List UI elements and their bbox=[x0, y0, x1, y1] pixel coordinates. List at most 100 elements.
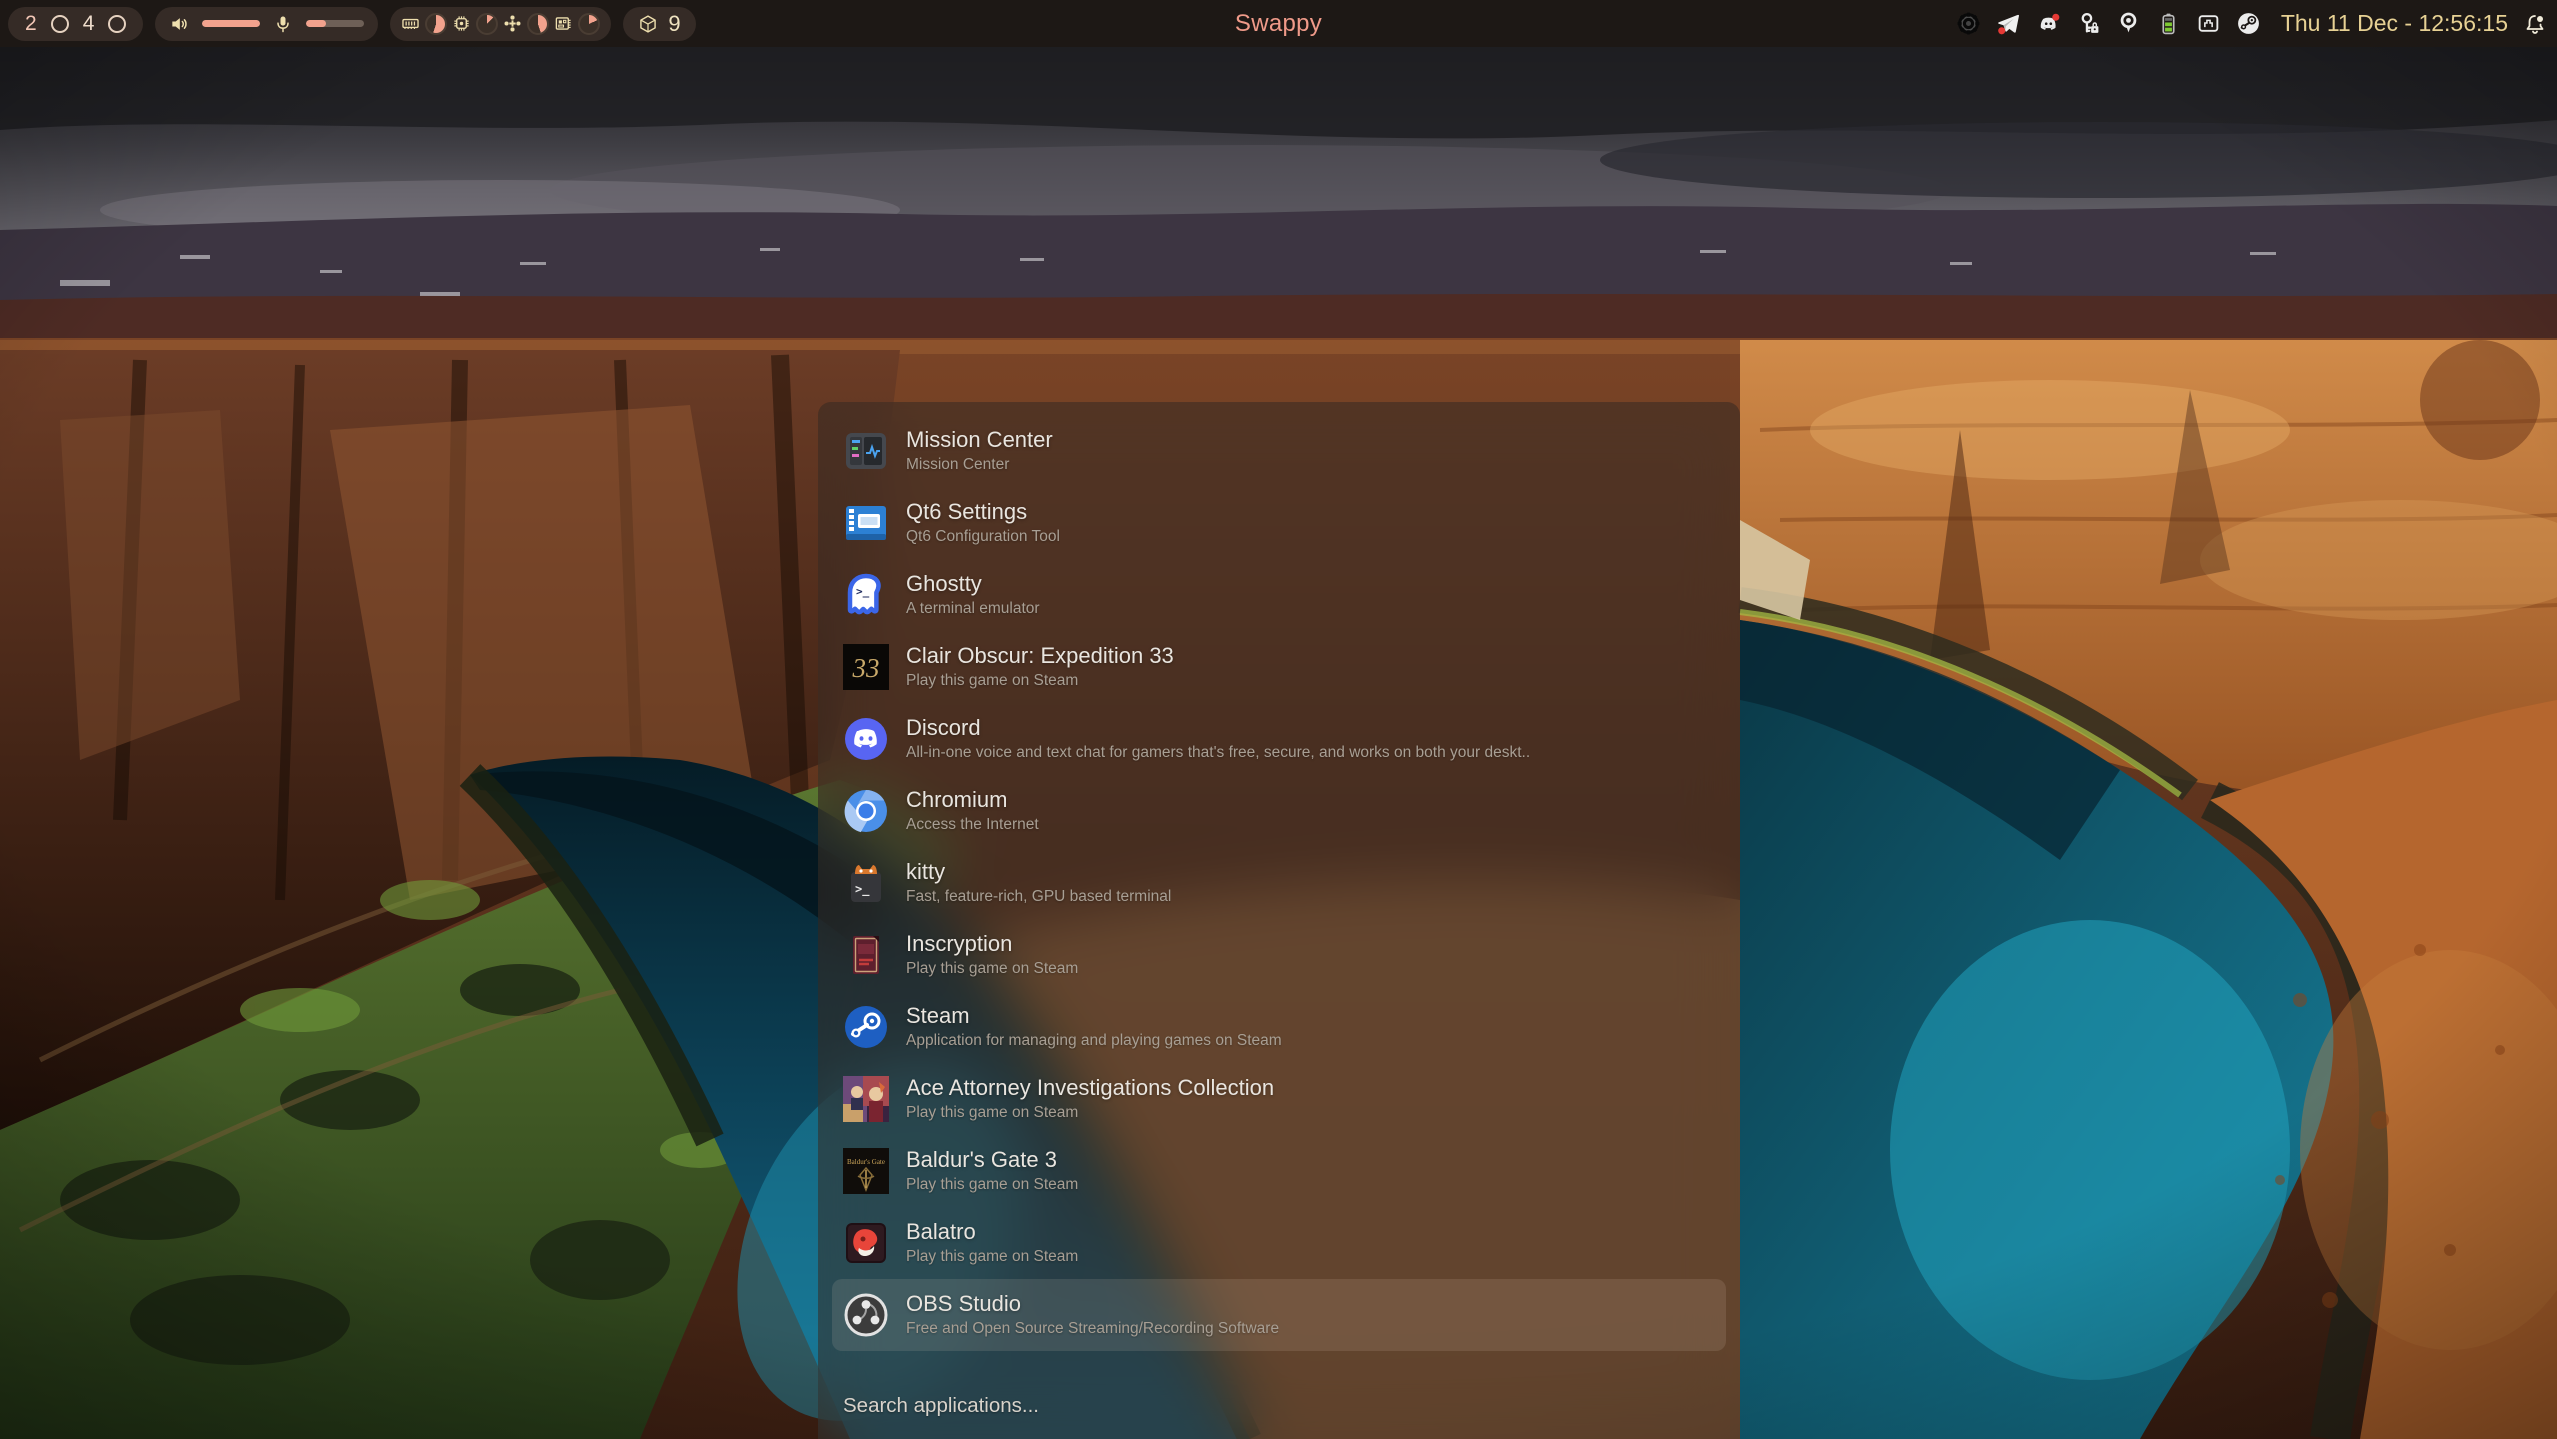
microphone-icon[interactable] bbox=[273, 14, 293, 34]
app-description: Free and Open Source Streaming/Recording… bbox=[906, 1320, 1279, 1338]
balatro-icon bbox=[843, 1220, 889, 1266]
clock[interactable]: Thu 11 Dec - 12:56:15 bbox=[2281, 10, 2508, 37]
launcher-item-ace-attorney[interactable]: Ace Attorney Investigations Collection P… bbox=[832, 1063, 1726, 1135]
workspace-2[interactable]: 2 bbox=[25, 7, 37, 41]
launcher-item-balatro[interactable]: Balatro Play this game on Steam bbox=[832, 1207, 1726, 1279]
kitty-icon: >_ bbox=[843, 860, 889, 906]
active-window-title: Swappy bbox=[1235, 0, 1322, 47]
ghostty-icon: >_ bbox=[843, 572, 889, 618]
gpu-usage-pie bbox=[527, 13, 549, 35]
launcher-item-kitty[interactable]: >_ kitty Fast, feature-rich, GPU based t… bbox=[832, 847, 1726, 919]
app-name: OBS Studio bbox=[906, 1292, 1279, 1317]
search-input[interactable]: Search applications... bbox=[843, 1394, 1039, 1418]
clair-obscur-icon: 33 bbox=[843, 644, 889, 690]
app-description: Qt6 Configuration Tool bbox=[906, 528, 1060, 546]
desktop: 2 4 bbox=[0, 0, 2557, 1439]
svg-text:>_: >_ bbox=[856, 585, 870, 598]
baldurs-gate-3-icon: Baldur's Gate bbox=[843, 1148, 889, 1194]
app-name: Balatro bbox=[906, 1220, 1078, 1245]
top-bar-right-modules: Thu 11 Dec - 12:56:15 bbox=[1956, 10, 2547, 37]
speaker-icon[interactable] bbox=[169, 14, 189, 34]
steam-tray-icon[interactable] bbox=[2236, 11, 2261, 36]
system-monitor-module bbox=[390, 7, 611, 41]
launcher-item-baldurs-gate-3[interactable]: Baldur's Gate Baldur's Gate 3 Play this … bbox=[832, 1135, 1726, 1207]
launcher-item-ghostty[interactable]: >_ Ghostty A terminal emulator bbox=[832, 559, 1726, 631]
launcher-item-chromium[interactable]: Chromium Access the Internet bbox=[832, 775, 1726, 847]
app-list: Mission Center Mission Center Qt6 Settin… bbox=[832, 415, 1726, 1351]
svg-text:33: 33 bbox=[852, 653, 880, 683]
board-usage-pie bbox=[578, 13, 600, 35]
app-name: Steam bbox=[906, 1004, 1282, 1029]
app-name: Baldur's Gate 3 bbox=[906, 1148, 1078, 1173]
app-name: Ghostty bbox=[906, 572, 1040, 597]
launcher-item-clair-obscur[interactable]: 33 Clair Obscur: Expedition 33 Play this… bbox=[832, 631, 1726, 703]
svg-text:Baldur's Gate: Baldur's Gate bbox=[847, 1158, 885, 1166]
telegram-tray-icon[interactable] bbox=[1996, 11, 2021, 36]
launcher-item-steam[interactable]: Steam Application for managing and playi… bbox=[832, 991, 1726, 1063]
keepassxc-tray-icon[interactable] bbox=[2076, 11, 2101, 36]
mic-slider[interactable] bbox=[306, 20, 364, 27]
mission-center-icon bbox=[843, 428, 889, 474]
board-icon bbox=[554, 14, 573, 33]
discord-tray-icon[interactable] bbox=[2036, 11, 2061, 36]
workspace-4[interactable]: 4 bbox=[83, 7, 95, 41]
volume-slider[interactable] bbox=[202, 20, 260, 27]
app-description: Mission Center bbox=[906, 456, 1053, 474]
app-description: Play this game on Steam bbox=[906, 1176, 1078, 1194]
gpu-icon bbox=[503, 14, 522, 33]
chromium-icon bbox=[843, 788, 889, 834]
qt6-icon bbox=[843, 500, 889, 546]
launcher-item-discord[interactable]: Discord All-in-one voice and text chat f… bbox=[832, 703, 1726, 775]
app-description: Play this game on Steam bbox=[906, 672, 1174, 690]
board-usage[interactable] bbox=[554, 13, 600, 35]
obs-studio-icon bbox=[843, 1292, 889, 1338]
audio-module bbox=[155, 7, 378, 41]
app-name: Chromium bbox=[906, 788, 1039, 813]
inscryption-icon bbox=[843, 932, 889, 978]
app-name: Ace Attorney Investigations Collection bbox=[906, 1076, 1274, 1101]
updates-module[interactable]: 9 bbox=[623, 7, 695, 41]
app-name: Discord bbox=[906, 716, 1530, 741]
discord-icon bbox=[843, 716, 889, 762]
steam-icon bbox=[843, 1004, 889, 1050]
steelseries-tray-icon[interactable] bbox=[1956, 11, 1981, 36]
app-name: Mission Center bbox=[906, 428, 1053, 453]
key-tray-icon[interactable] bbox=[2116, 11, 2141, 36]
app-description: Play this game on Steam bbox=[906, 1248, 1078, 1266]
launcher-item-inscryption[interactable]: Inscryption Play this game on Steam bbox=[832, 919, 1726, 991]
app-launcher: Mission Center Mission Center Qt6 Settin… bbox=[818, 402, 1740, 1439]
app-description: Play this game on Steam bbox=[906, 1104, 1274, 1122]
app-name: Inscryption bbox=[906, 932, 1078, 957]
app-description: Fast, feature-rich, GPU based terminal bbox=[906, 888, 1171, 906]
launcher-item-mission-center[interactable]: Mission Center Mission Center bbox=[832, 415, 1726, 487]
app-description: Play this game on Steam bbox=[906, 960, 1078, 978]
app-description: A terminal emulator bbox=[906, 600, 1040, 618]
gpu-usage[interactable] bbox=[503, 13, 549, 35]
workspaces-module[interactable]: 2 4 bbox=[8, 7, 143, 41]
workspace-circle-icon[interactable] bbox=[51, 15, 69, 33]
top-bar-left-modules: 2 4 bbox=[8, 7, 696, 41]
ram-usage-pie bbox=[425, 13, 447, 35]
network-tray-icon[interactable] bbox=[2196, 11, 2221, 36]
app-description: All-in-one voice and text chat for gamer… bbox=[906, 744, 1530, 762]
notification-bell-icon[interactable] bbox=[2523, 12, 2547, 36]
cpu-usage[interactable] bbox=[452, 13, 498, 35]
package-icon bbox=[638, 14, 658, 34]
ace-attorney-icon bbox=[843, 1076, 889, 1122]
app-name: Clair Obscur: Expedition 33 bbox=[906, 644, 1174, 669]
app-name: kitty bbox=[906, 860, 1171, 885]
bell-notification-dot bbox=[2537, 16, 2543, 22]
launcher-item-qt6[interactable]: Qt6 Settings Qt6 Configuration Tool bbox=[832, 487, 1726, 559]
discord-notification-dot bbox=[2052, 14, 2059, 21]
app-description: Access the Internet bbox=[906, 816, 1039, 834]
workspace-circle-icon[interactable] bbox=[108, 15, 126, 33]
top-bar: 2 4 bbox=[0, 0, 2557, 47]
app-name: Qt6 Settings bbox=[906, 500, 1060, 525]
telegram-notification-dot bbox=[1998, 27, 2005, 34]
svg-text:>_: >_ bbox=[855, 882, 870, 897]
app-description: Application for managing and playing gam… bbox=[906, 1032, 1282, 1050]
battery-tray-icon[interactable] bbox=[2156, 11, 2181, 36]
launcher-item-obs-studio[interactable]: OBS Studio Free and Open Source Streamin… bbox=[832, 1279, 1726, 1351]
ram-usage[interactable] bbox=[401, 13, 447, 35]
cpu-icon bbox=[452, 14, 471, 33]
